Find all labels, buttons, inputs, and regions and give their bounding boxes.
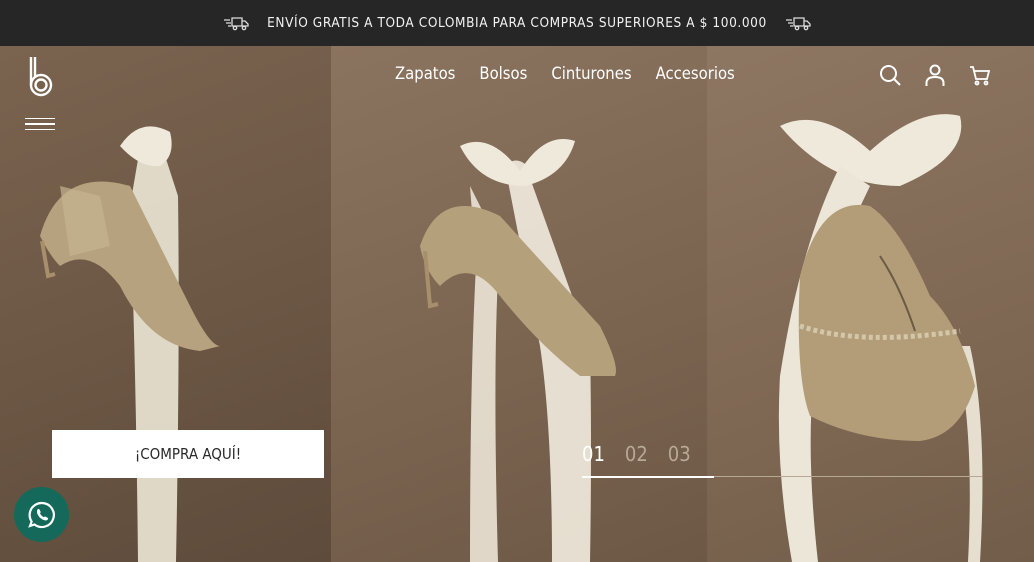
slide-2-button[interactable]: 02 — [625, 442, 648, 466]
slide-3-button[interactable]: 03 — [668, 442, 691, 466]
hero-product-image — [40, 114, 983, 562]
slide-1-button[interactable]: 01 — [582, 442, 605, 466]
nav-item-accesorios[interactable]: Accesorios — [656, 64, 735, 83]
nav-item-bolsos[interactable]: Bolsos — [479, 64, 527, 83]
search-icon[interactable] — [878, 63, 902, 87]
announcement-text: ENVÍO GRATIS A TODA COLOMBIA PARA COMPRA… — [267, 15, 767, 31]
brand-logo[interactable] — [26, 55, 56, 99]
delivery-truck-icon — [224, 17, 249, 31]
main-nav: Zapatos Bolsos Cinturones Accesorios — [395, 64, 759, 83]
hero-banner — [0, 46, 1034, 562]
nav-item-cinturones[interactable]: Cinturones — [551, 64, 631, 83]
header-actions — [878, 63, 992, 87]
cart-icon[interactable] — [968, 63, 992, 87]
slider-pagination: 01 02 03 — [582, 442, 691, 466]
hamburger-menu-icon[interactable] — [25, 118, 55, 134]
account-icon[interactable] — [923, 63, 947, 87]
delivery-truck-icon — [785, 17, 811, 31]
announcement-bar: ENVÍO GRATIS A TODA COLOMBIA PARA COMPRA… — [0, 0, 1034, 46]
nav-item-zapatos[interactable]: Zapatos — [395, 64, 455, 83]
slider-progress-fill — [582, 475, 714, 478]
shop-now-button[interactable]: ¡COMPRA AQUÍ! — [52, 430, 324, 478]
whatsapp-button[interactable] — [14, 487, 69, 542]
whatsapp-icon — [27, 501, 55, 528]
slider-progress-track — [582, 475, 982, 478]
